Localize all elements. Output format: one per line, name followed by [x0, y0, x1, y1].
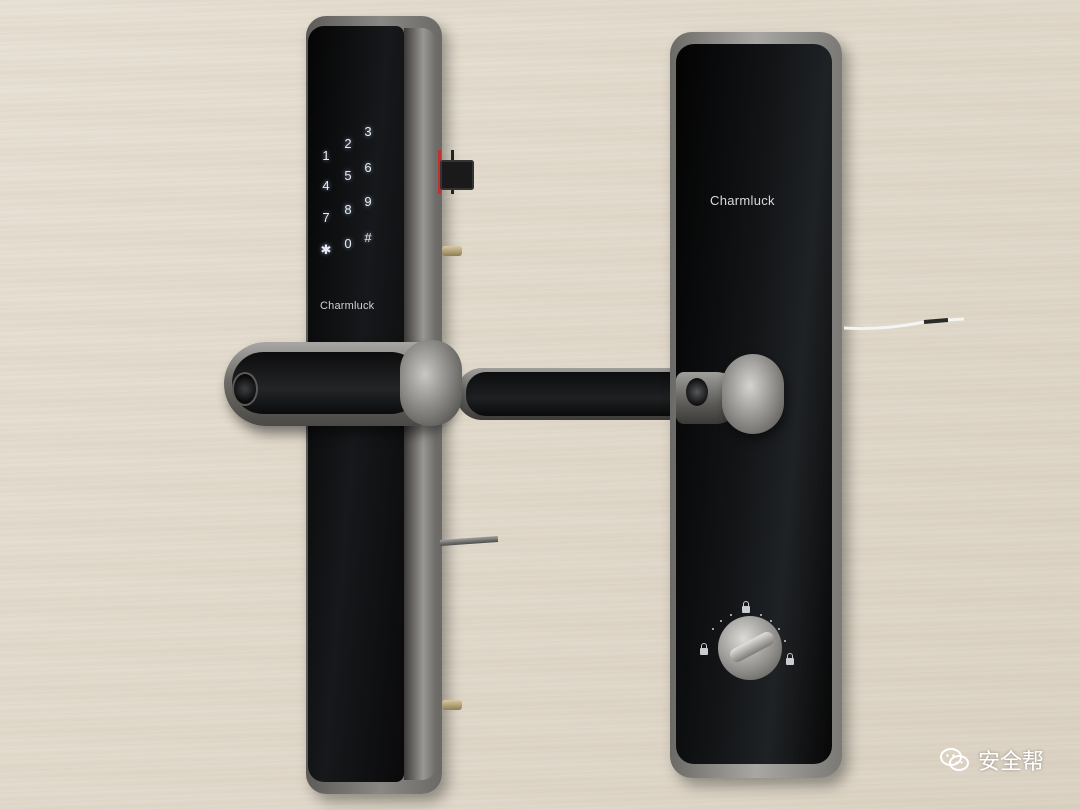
- keypad-key: 3: [364, 124, 372, 139]
- connecting-shaft-inset: [466, 372, 686, 416]
- keypad-key: 9: [364, 194, 372, 209]
- mounting-screw: [442, 700, 462, 710]
- key-cylinder-icon: [686, 378, 708, 406]
- left-brand-logo: Charmluck: [320, 300, 375, 312]
- keypad-key: ✱: [320, 242, 332, 257]
- right-handle-rose: [722, 354, 784, 434]
- keypad-key: 5: [344, 168, 352, 183]
- unlock-icon: [700, 643, 708, 655]
- keypad-key: 2: [344, 136, 352, 151]
- dial-tick: [784, 640, 786, 642]
- mounting-screw: [442, 246, 462, 256]
- keypad-key: 7: [322, 210, 330, 225]
- photo-scene: 1 2 3 4 5 6 7 8 9 ✱ 0 # Charmluck Charml…: [0, 0, 1080, 810]
- keypad-key: 8: [344, 202, 352, 217]
- keypad-key: 0: [344, 236, 352, 251]
- dial-tick: [760, 614, 762, 616]
- right-brand-logo: Charmluck: [710, 193, 775, 208]
- wire-connector: [440, 160, 474, 190]
- cable-wire: [844, 317, 965, 331]
- spindle-rod: [439, 535, 499, 547]
- dial-tick: [730, 614, 732, 616]
- left-handle-glass: [232, 352, 422, 414]
- dial-tick: [770, 620, 772, 622]
- lock-icon: [786, 653, 794, 665]
- watermark: 安全帮: [939, 744, 1044, 776]
- keypad-key: 4: [322, 178, 330, 193]
- dial-tick: [712, 628, 714, 630]
- wechat-icon: [939, 748, 969, 771]
- dial-tick: [720, 620, 722, 622]
- dial-tick: [778, 628, 780, 630]
- keypad-key: 6: [364, 160, 372, 175]
- lock-icon: [742, 601, 750, 613]
- left-handle-rose: [400, 340, 462, 426]
- watermark-text: 安全帮: [977, 749, 1044, 774]
- keypad-key: #: [364, 230, 372, 245]
- fingerprint-sensor-icon: [232, 372, 258, 406]
- keypad-key: 1: [322, 148, 330, 163]
